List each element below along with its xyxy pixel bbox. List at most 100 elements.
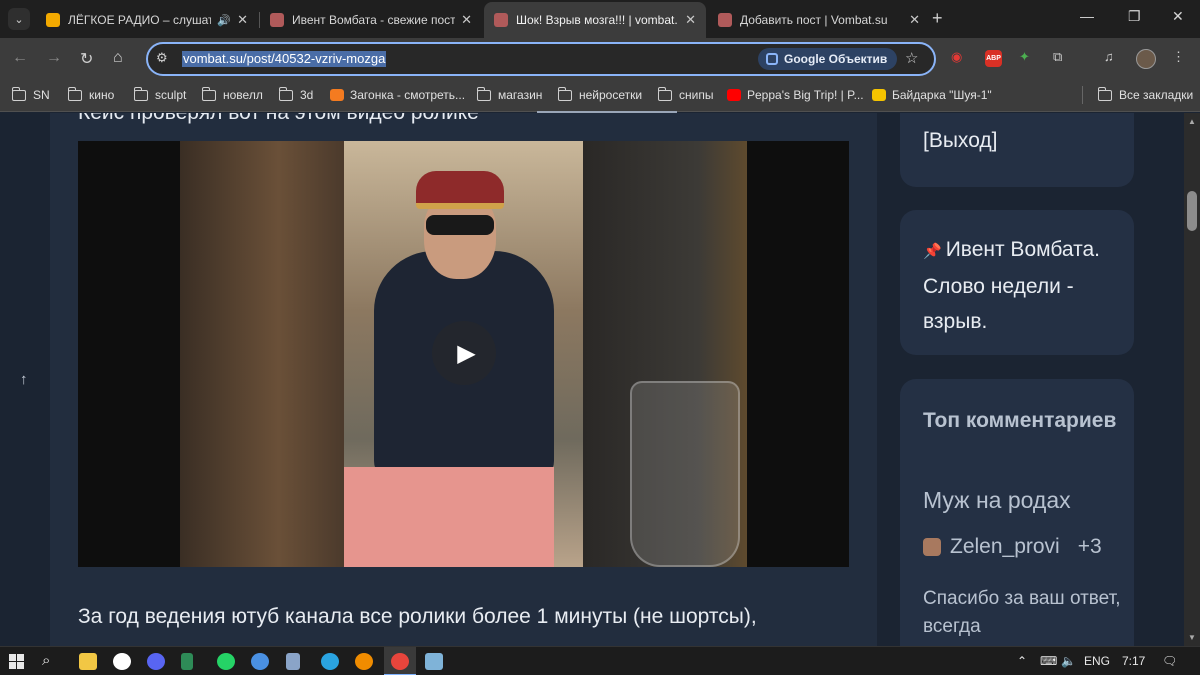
page-content: Кейс проверял вот на этом видео ролике ▶… bbox=[0, 113, 1184, 646]
bookmark-label: нейросетки bbox=[579, 88, 643, 102]
close-icon[interactable]: ✕ bbox=[685, 12, 696, 28]
avatar[interactable] bbox=[923, 538, 941, 556]
language-indicator[interactable]: ENG bbox=[1084, 654, 1110, 668]
address-bar[interactable]: ⚙ vombat.su/post/40532-vzriv-mozga Googl… bbox=[146, 42, 936, 76]
discord-icon[interactable] bbox=[147, 653, 165, 670]
bookmarks-bar: SN кино sculpt новелл 3d Загонка - смотр… bbox=[0, 80, 1200, 112]
speaker-icon[interactable]: 🔊 bbox=[217, 14, 231, 27]
youtube-icon bbox=[727, 89, 741, 101]
bookmark-star-icon[interactable]: ☆ bbox=[905, 49, 918, 67]
close-icon[interactable]: ✕ bbox=[909, 12, 920, 28]
bookmark-zagonka[interactable]: Загонка - смотреть... bbox=[330, 88, 465, 102]
post-subheading: Кейс проверял вот на этом видео ролике bbox=[78, 113, 479, 125]
bookmark-folder-3d[interactable]: 3d bbox=[278, 86, 313, 102]
url-text[interactable]: vombat.su/post/40532-vzriv-mozga bbox=[182, 51, 387, 67]
glass-jug bbox=[630, 381, 740, 567]
telegram-icon[interactable] bbox=[321, 653, 339, 670]
bookmark-folder-sn[interactable]: SN bbox=[11, 86, 50, 102]
record-extension-icon[interactable]: ◉ bbox=[951, 49, 962, 65]
tab-strip: ⌄ ЛЁГКОЕ РАДИО – слушать 🔊 ✕ Ивент Вомба… bbox=[0, 0, 1200, 38]
baidarka-icon bbox=[872, 89, 886, 101]
event-link[interactable]: 📌 Ивент Вомбата. Слово недели - взрыв. bbox=[923, 232, 1123, 339]
volume-icon[interactable]: 🔈 bbox=[1061, 654, 1076, 668]
folder-icon bbox=[67, 86, 82, 101]
extensions-puzzle-icon[interactable]: ⧉ bbox=[1053, 49, 1062, 65]
tab-search-button[interactable]: ⌄ bbox=[8, 8, 30, 30]
person-sunglasses bbox=[426, 215, 494, 235]
logout-link[interactable]: [Выход] bbox=[923, 129, 998, 153]
folder-icon bbox=[11, 86, 26, 101]
scroll-up-arrow-icon[interactable]: ▲ bbox=[1188, 117, 1196, 126]
folder-icon bbox=[657, 86, 672, 101]
tab-title: Шок! Взрыв мозга!!! | vombat. bbox=[516, 13, 678, 27]
video-frame-left bbox=[180, 141, 344, 567]
scroll-down-arrow-icon[interactable]: ▼ bbox=[1188, 633, 1196, 642]
folder-icon bbox=[557, 86, 572, 101]
media-controls-icon[interactable]: ♫ bbox=[1104, 49, 1114, 64]
bookmark-folder-sculpt[interactable]: sculpt bbox=[133, 86, 187, 102]
color-extension-icon[interactable]: ✦ bbox=[1019, 49, 1030, 65]
restore-icon[interactable]: ❐ bbox=[1128, 8, 1141, 25]
page-scrollbar[interactable]: ▲ ▼ bbox=[1184, 113, 1200, 646]
calculator-icon[interactable] bbox=[286, 653, 300, 670]
adblock-extension-icon[interactable]: ABP bbox=[985, 50, 1002, 67]
blender-icon[interactable] bbox=[355, 653, 373, 670]
photos-icon[interactable] bbox=[425, 653, 443, 670]
tab-event[interactable]: Ивент Вомбата - свежие пост ✕ bbox=[260, 2, 482, 38]
site-settings-icon[interactable]: ⚙ bbox=[156, 50, 168, 66]
home-icon[interactable]: ⌂ bbox=[113, 49, 123, 67]
bookmark-folder-neuro[interactable]: нейросетки bbox=[557, 86, 643, 102]
comment-text[interactable]: Спасибо за ваш ответ, всегда bbox=[923, 585, 1123, 641]
bookmark-folder-snips[interactable]: снипы bbox=[657, 86, 713, 102]
close-icon[interactable]: ✕ bbox=[237, 12, 248, 28]
file-explorer-icon[interactable] bbox=[79, 653, 97, 670]
bookmark-folder-magazin[interactable]: магазин bbox=[476, 86, 542, 102]
new-tab-button[interactable]: + bbox=[932, 8, 943, 29]
bookmark-label: новелл bbox=[223, 88, 263, 102]
reload-icon[interactable]: ↻ bbox=[80, 49, 93, 69]
tray-expand-icon[interactable]: ⌃ bbox=[1017, 654, 1027, 668]
tab-title: Добавить пост | Vombat.su bbox=[740, 13, 888, 27]
network-icon[interactable]: ⌨ bbox=[1040, 654, 1057, 668]
bookmark-label: sculpt bbox=[155, 88, 187, 102]
bookmark-label: SN bbox=[33, 88, 50, 102]
scroll-to-top-icon[interactable]: ↑ bbox=[20, 371, 28, 388]
folder-icon bbox=[133, 86, 148, 101]
folder-icon bbox=[1097, 86, 1112, 101]
scroll-thumb[interactable] bbox=[1187, 191, 1197, 231]
minimize-icon[interactable]: — bbox=[1080, 8, 1094, 24]
windows-start-icon[interactable] bbox=[9, 654, 24, 669]
forward-icon[interactable]: → bbox=[46, 49, 62, 67]
video-player[interactable]: ▶ bbox=[78, 141, 849, 567]
all-bookmarks-button[interactable]: Все закладки bbox=[1097, 86, 1193, 102]
chrome-icon[interactable] bbox=[391, 653, 409, 670]
menu-dots-icon[interactable]: ⋮ bbox=[1172, 49, 1185, 65]
yandex-browser-icon[interactable] bbox=[113, 653, 131, 670]
google-lens-button[interactable]: Google Объектив bbox=[758, 48, 898, 70]
tab-current-post[interactable]: Шок! Взрыв мозга!!! | vombat. ✕ bbox=[484, 2, 706, 38]
play-icon[interactable]: ▶ bbox=[432, 321, 496, 385]
back-icon[interactable]: ← bbox=[12, 49, 28, 67]
top-comment-post-link[interactable]: Муж на родах bbox=[923, 487, 1071, 514]
close-icon[interactable]: ✕ bbox=[461, 12, 472, 28]
close-window-icon[interactable]: ✕ bbox=[1172, 8, 1184, 25]
search-icon[interactable]: ⌕ bbox=[42, 652, 50, 669]
profile-avatar[interactable] bbox=[1136, 49, 1156, 69]
whatsapp-icon[interactable] bbox=[217, 653, 235, 670]
comment-score: +3 bbox=[1077, 535, 1102, 558]
game-app-icon[interactable] bbox=[181, 653, 193, 670]
user-card: [Выход] bbox=[900, 113, 1134, 187]
event-text: Ивент Вомбата. Слово недели - взрыв. bbox=[923, 238, 1100, 333]
bookmark-baidarka[interactable]: Байдарка "Шуя-1" bbox=[872, 88, 992, 102]
bookmark-folder-novell[interactable]: новелл bbox=[201, 86, 263, 102]
comment-author[interactable]: Zelen_provi bbox=[950, 535, 1060, 559]
cutting-board bbox=[344, 467, 554, 567]
tab-radio[interactable]: ЛЁГКОЕ РАДИО – слушать 🔊 ✕ bbox=[36, 2, 258, 38]
tab-add-post[interactable]: Добавить пост | Vombat.su ✕ bbox=[708, 2, 930, 38]
chromium-icon[interactable] bbox=[251, 653, 269, 670]
event-card[interactable]: 📌 Ивент Вомбата. Слово недели - взрыв. bbox=[900, 210, 1134, 355]
bookmark-folder-kino[interactable]: кино bbox=[67, 86, 114, 102]
bookmark-peppa[interactable]: Peppa's Big Trip! | P... bbox=[727, 88, 864, 102]
notifications-icon[interactable]: 🗨 bbox=[1162, 654, 1177, 668]
clock[interactable]: 7:17 bbox=[1122, 654, 1145, 668]
